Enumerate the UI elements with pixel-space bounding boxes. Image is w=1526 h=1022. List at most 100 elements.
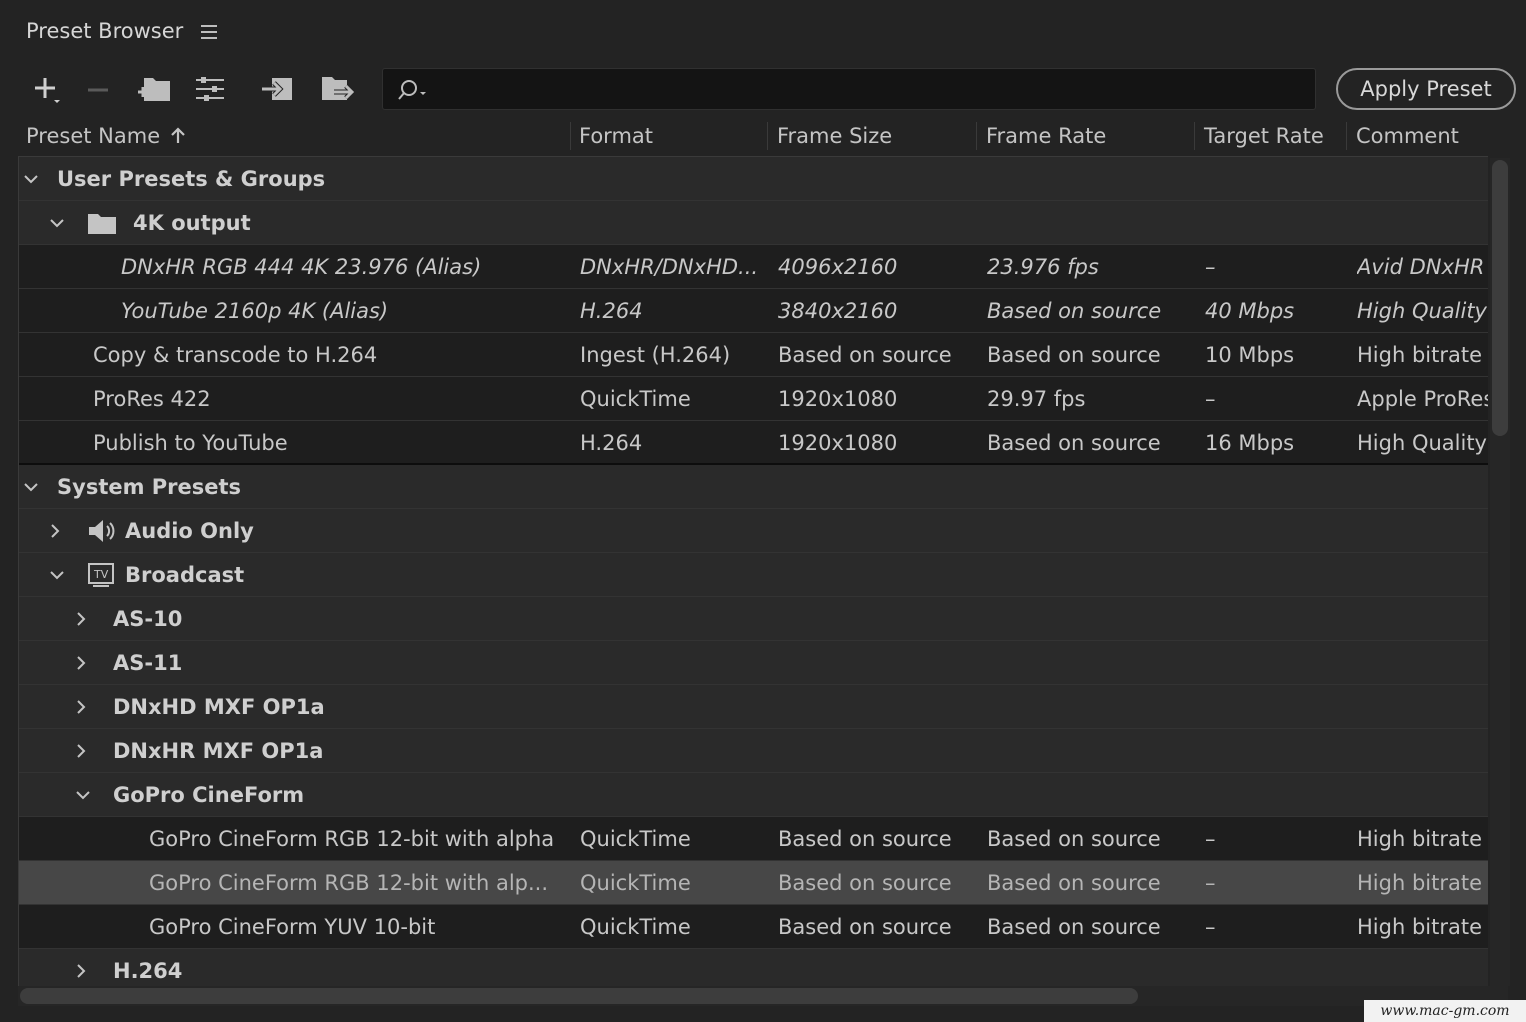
preset-frame-size: Based on source <box>778 915 952 939</box>
preset-format: QuickTime <box>580 387 691 411</box>
preset-comment: Avid DNxHR <box>1357 255 1485 279</box>
svg-text:TV: TV <box>93 568 109 581</box>
chevron-down-icon[interactable] <box>23 465 39 509</box>
preset-name: GoPro CineForm YUV 10-bit <box>149 915 436 939</box>
plus-dropdown-icon[interactable] <box>26 66 66 112</box>
watermark: www.mac-gm.com <box>1364 1000 1526 1022</box>
preset-settings-icon[interactable] <box>190 66 230 112</box>
vertical-scroll-thumb[interactable] <box>1492 160 1508 436</box>
group-label: GoPro CineForm <box>113 783 305 807</box>
column-frame-size[interactable]: Frame Size <box>777 116 892 156</box>
new-group-icon[interactable] <box>134 66 174 112</box>
preset-target-rate: – <box>1205 387 1216 411</box>
preset-comment: Apple ProRes <box>1357 387 1488 411</box>
tree-group-row[interactable]: AS-10 <box>19 597 1488 641</box>
column-comment[interactable]: Comment <box>1356 116 1459 156</box>
preset-frame-rate: Based on source <box>987 871 1161 895</box>
chevron-down-icon[interactable] <box>49 201 65 245</box>
preset-row[interactable]: Publish to YouTube H.264 1920x1080 Based on… <box>19 421 1488 465</box>
preset-target-rate: – <box>1205 827 1216 851</box>
group-label: User Presets & Groups <box>57 167 326 191</box>
preset-browser-panel: Preset Browser Apply Preset Preset Name … <box>0 0 1526 1022</box>
column-preset-name-label: Preset Name <box>26 124 161 148</box>
preset-frame-size: 3840x2160 <box>778 299 898 323</box>
preset-format: H.264 <box>580 299 643 323</box>
preset-target-rate: 10 Mbps <box>1205 343 1295 367</box>
preset-target-rate: – <box>1205 255 1216 279</box>
column-frame-rate[interactable]: Frame Rate <box>986 116 1106 156</box>
preset-target-rate: – <box>1205 871 1216 895</box>
column-header: Preset Name Format Frame Size Frame Rate… <box>18 116 1518 156</box>
chevron-right-icon[interactable] <box>75 949 87 988</box>
panel-title: Preset Browser <box>26 19 184 43</box>
column-target-rate[interactable]: Target Rate <box>1204 116 1324 156</box>
preset-frame-size: Based on source <box>778 827 952 851</box>
preset-row[interactable]: GoPro CineForm RGB 12-bit with alpha Quic… <box>19 817 1488 861</box>
preset-name: GoPro CineForm RGB 12-bit with alpha <box>149 827 555 851</box>
group-label: DNxHR MXF OP1a <box>113 739 324 763</box>
preset-row[interactable]: DNxHR RGB 444 4K 23.976 (Alias) DNxHR/DNx… <box>19 245 1488 289</box>
tv-icon: TV <box>87 553 117 597</box>
vertical-scrollbar[interactable] <box>1490 158 1510 986</box>
preset-frame-rate: 29.97 fps <box>987 387 1086 411</box>
chevron-right-icon[interactable] <box>75 685 87 729</box>
chevron-right-icon[interactable] <box>75 597 87 641</box>
chevron-down-icon[interactable] <box>23 157 39 201</box>
tree-group-row[interactable]: AS-11 <box>19 641 1488 685</box>
group-label: 4K output <box>133 211 251 235</box>
column-preset-name[interactable]: Preset Name <box>26 116 186 156</box>
preset-comment: High Quality <box>1357 431 1487 455</box>
preset-comment: High bitrate <box>1357 827 1482 851</box>
preset-name: DNxHR RGB 444 4K 23.976 (Alias) <box>121 255 482 279</box>
preset-comment: High bitrate <box>1357 871 1482 895</box>
folder-icon <box>87 201 117 245</box>
chevron-right-icon[interactable] <box>49 509 61 553</box>
preset-comment: High Quality <box>1357 299 1487 323</box>
tree-group-row[interactable]: DNxHR MXF OP1a <box>19 729 1488 773</box>
preset-target-rate: 40 Mbps <box>1205 299 1295 323</box>
preset-name: Publish to YouTube <box>93 431 288 455</box>
export-preset-icon[interactable] <box>318 66 358 112</box>
chevron-right-icon[interactable] <box>75 641 87 685</box>
preset-frame-size: 1920x1080 <box>778 387 898 411</box>
chevron-down-icon[interactable] <box>75 773 91 817</box>
preset-frame-rate: Based on source <box>987 343 1161 367</box>
preset-row[interactable]: GoPro CineForm RGB 12-bit with alp... Qui… <box>19 861 1488 905</box>
apply-preset-button[interactable]: Apply Preset <box>1336 68 1516 110</box>
search-box <box>382 68 1316 110</box>
group-label: System Presets <box>57 475 242 499</box>
panel-menu-icon[interactable] <box>201 25 218 39</box>
search-icon[interactable] <box>397 78 431 106</box>
group-label: H.264 <box>113 959 183 983</box>
minus-icon[interactable] <box>78 66 118 112</box>
horizontal-scrollbar[interactable] <box>18 986 1508 1006</box>
tree-group-row[interactable]: GoPro CineForm <box>19 773 1488 817</box>
tree-group-row[interactable]: 4K output <box>19 201 1488 245</box>
preset-comment: High bitrate <box>1357 915 1482 939</box>
panel-header: Preset Browser <box>26 14 218 48</box>
import-preset-icon[interactable] <box>258 66 298 112</box>
tree-group-row[interactable]: Audio Only <box>19 509 1488 553</box>
preset-format: H.264 <box>580 431 643 455</box>
search-input[interactable] <box>437 69 1297 109</box>
horizontal-scroll-thumb[interactable] <box>20 988 1138 1004</box>
tree-group-row[interactable]: H.264 <box>19 949 1488 988</box>
preset-format: QuickTime <box>580 915 691 939</box>
column-format[interactable]: Format <box>579 116 653 156</box>
chevron-right-icon[interactable] <box>75 729 87 773</box>
preset-row[interactable]: GoPro CineForm YUV 10-bit QuickTime Based … <box>19 905 1488 949</box>
preset-row[interactable]: ProRes 422 QuickTime 1920x1080 29.97 fps – Ap… <box>19 377 1488 421</box>
preset-row[interactable]: Copy & transcode to H.264 Ingest (H.264) B… <box>19 333 1488 377</box>
preset-row[interactable]: YouTube 2160p 4K (Alias) H.264 3840x2160 Ba… <box>19 289 1488 333</box>
preset-target-rate: – <box>1205 915 1216 939</box>
tree-group-row[interactable]: System Presets <box>19 465 1488 509</box>
chevron-down-icon[interactable] <box>49 553 65 597</box>
tree-group-row[interactable]: User Presets & Groups <box>19 157 1488 201</box>
preset-frame-rate: Based on source <box>987 299 1162 323</box>
tree-group-row[interactable]: TV Broadcast <box>19 553 1488 597</box>
tree-group-row[interactable]: DNxHD MXF OP1a <box>19 685 1488 729</box>
preset-format: Ingest (H.264) <box>580 343 731 367</box>
preset-frame-rate: Based on source <box>987 827 1161 851</box>
preset-tree: User Presets & Groups 4K output DNxHR RGB … <box>18 156 1488 988</box>
sort-ascending-icon <box>170 126 186 146</box>
